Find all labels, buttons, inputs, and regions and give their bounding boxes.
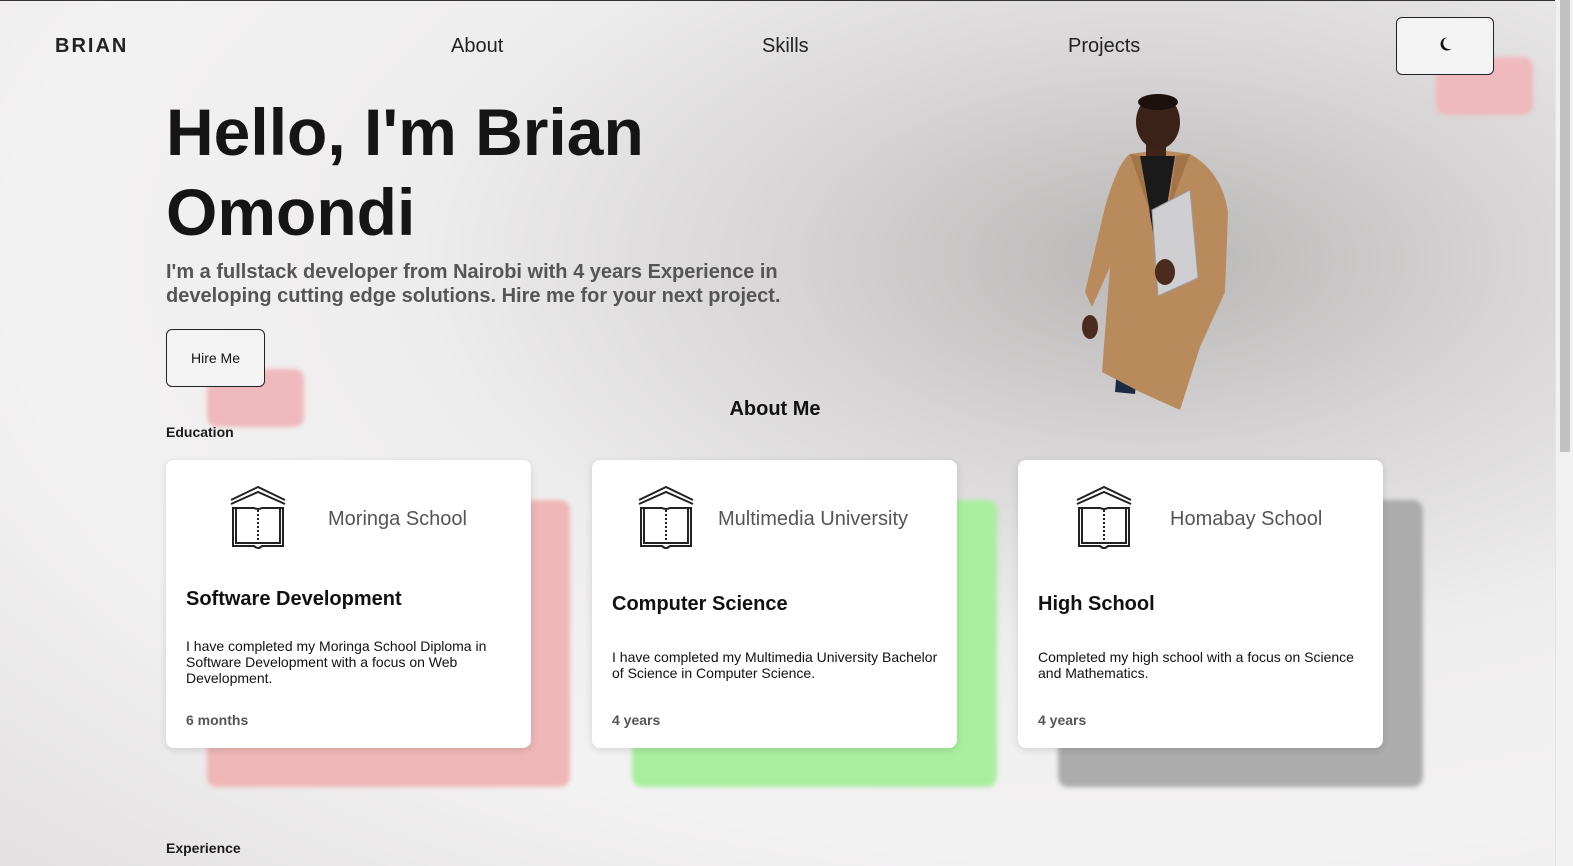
- book-school-icon: [228, 484, 288, 554]
- moon-icon: [1437, 36, 1453, 57]
- site-logo[interactable]: BRIAN: [55, 35, 128, 58]
- scrollbar-thumb[interactable]: [1560, 0, 1570, 452]
- degree-duration: 6 months: [186, 712, 249, 728]
- profile-photo: [1082, 94, 1228, 410]
- education-card: Multimedia University Computer Science I…: [592, 460, 957, 748]
- degree-description: I have completed my Moringa School Diplo…: [186, 638, 487, 686]
- about-section-title: About Me: [729, 398, 821, 420]
- degree-title: Computer Science: [612, 593, 788, 615]
- school-name: Moringa School: [328, 508, 467, 530]
- nav-skills[interactable]: Skills: [762, 35, 809, 58]
- education-card: Homabay School High School Completed my …: [1018, 460, 1383, 748]
- degree-duration: 4 years: [1038, 712, 1087, 728]
- experience-label: Experience: [166, 840, 241, 856]
- hire-me-button[interactable]: Hire Me: [166, 329, 265, 387]
- education-card: Moringa School Software Development I ha…: [166, 460, 531, 748]
- degree-description: I have completed my Multimedia Universit…: [612, 649, 938, 681]
- hero-subtitle: I'm a fullstack developer from Nairobi w…: [166, 261, 781, 307]
- degree-description: Completed my high school with a focus on…: [1038, 649, 1354, 681]
- degree-title: Software Development: [186, 588, 402, 610]
- window-top-border: [0, 0, 1573, 1]
- theme-toggle-button[interactable]: [1396, 17, 1494, 75]
- book-school-icon: [1074, 484, 1134, 554]
- degree-duration: 4 years: [612, 712, 661, 728]
- degree-title: High School: [1038, 593, 1155, 615]
- hero-title: Hello, I'm Brian Omondi: [166, 95, 644, 249]
- nav-about[interactable]: About: [451, 35, 503, 58]
- page-scrollbar[interactable]: [1555, 0, 1573, 866]
- school-name: Multimedia University: [718, 508, 909, 530]
- book-school-icon: [636, 484, 696, 554]
- education-label: Education: [166, 424, 234, 440]
- school-name: Homabay School: [1170, 508, 1323, 530]
- nav-projects[interactable]: Projects: [1068, 35, 1140, 58]
